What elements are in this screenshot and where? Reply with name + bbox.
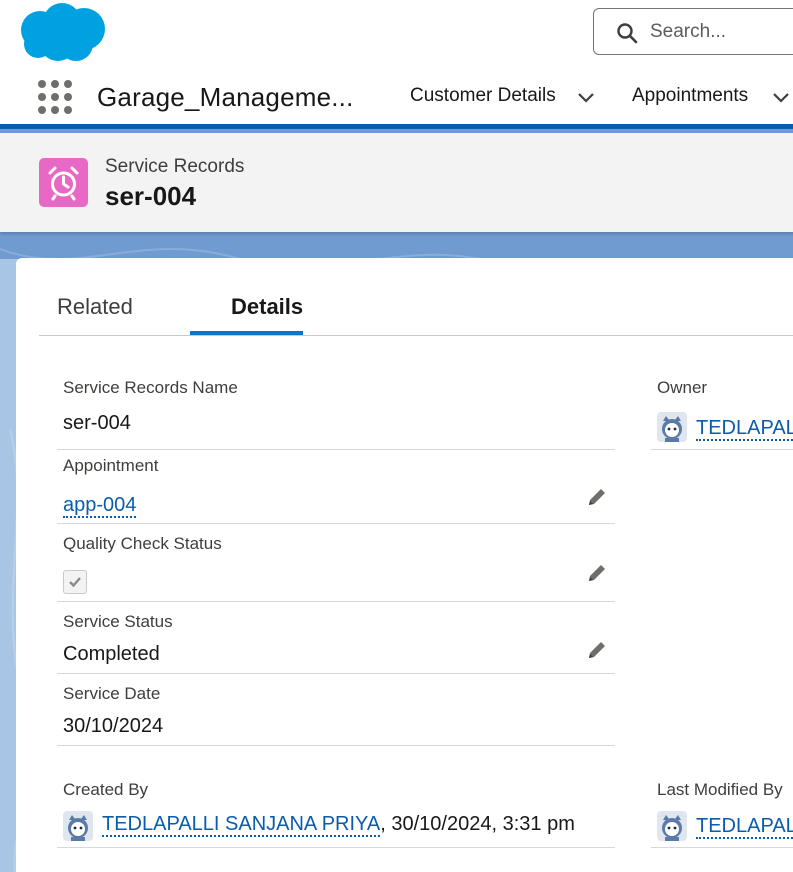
tab-details[interactable]: Details — [231, 294, 303, 320]
created-by-value: TEDLAPALLI SANJANA PRIYA, 30/10/2024, 3:… — [102, 813, 575, 837]
search-input[interactable] — [650, 18, 793, 46]
app-nav-bar: Garage_Manageme... Customer Details Appo… — [0, 70, 793, 126]
nav-item-customer-details[interactable]: Customer Details — [410, 85, 556, 107]
field-last-modified-by: Last Modified By TEDLAPALLI — [651, 780, 793, 848]
field-service-records-name: Service Records Name ser-004 — [57, 378, 615, 450]
field-appointment: Appointment app-004 — [57, 456, 615, 524]
alarm-clock-icon — [48, 166, 79, 201]
appointment-link[interactable]: app-004 — [63, 494, 137, 518]
field-owner: Owner TEDLAPALLI — [651, 378, 793, 450]
app-name: Garage_Manageme... — [97, 82, 354, 112]
field-label: Quality Check Status — [63, 534, 222, 553]
salesforce-logo[interactable] — [18, 2, 108, 64]
user-avatar-icon[interactable] — [657, 412, 687, 442]
pencil-icon[interactable] — [586, 639, 608, 661]
service-record-object-icon — [39, 158, 88, 207]
field-value: Completed — [63, 643, 160, 665]
field-label: Service Status — [63, 612, 173, 631]
last-modified-by-link[interactable]: TEDLAPALLI — [696, 815, 793, 839]
nav-item-appointments[interactable]: Appointments — [632, 85, 748, 107]
field-label: Last Modified By — [657, 780, 783, 799]
user-avatar-icon[interactable] — [63, 811, 93, 841]
search-icon — [617, 23, 638, 44]
field-quality-check-status: Quality Check Status — [57, 534, 615, 602]
created-by-datetime: , 30/10/2024, 3:31 pm — [380, 813, 575, 835]
object-label: Service Records — [105, 156, 245, 177]
chevron-down-icon[interactable] — [577, 92, 595, 104]
record-title: ser-004 — [105, 181, 197, 211]
checkmark-icon — [69, 577, 81, 588]
field-value: 30/10/2024 — [63, 715, 164, 737]
active-tab-indicator — [190, 331, 303, 335]
user-avatar-icon[interactable] — [657, 811, 687, 841]
field-created-by: Created By TEDLAPALLI SANJANA PRIYA, 30/… — [57, 780, 615, 848]
field-label: Created By — [63, 780, 149, 799]
record-detail-card: Related Details Service Records Name ser… — [16, 258, 793, 872]
pencil-icon[interactable] — [586, 562, 608, 584]
global-search[interactable] — [593, 8, 793, 55]
field-value: ser-004 — [63, 412, 131, 434]
chevron-down-icon[interactable] — [772, 92, 790, 104]
owner-link[interactable]: TEDLAPALLI — [696, 417, 793, 441]
field-service-status: Service Status Completed — [57, 612, 615, 674]
created-by-user-link[interactable]: TEDLAPALLI SANJANA PRIYA — [102, 813, 381, 837]
quality-check-checkbox[interactable] — [63, 570, 87, 594]
field-service-date: Service Date 30/10/2024 — [57, 684, 615, 746]
field-label: Service Records Name — [63, 378, 238, 397]
field-label: Owner — [657, 378, 708, 397]
pencil-icon[interactable] — [586, 486, 608, 508]
app-launcher-icon[interactable] — [38, 80, 74, 116]
record-header: Service Records ser-004 — [0, 133, 793, 232]
field-label: Service Date — [63, 684, 161, 703]
tab-related[interactable]: Related — [57, 294, 133, 320]
global-header — [0, 0, 793, 70]
tab-bar: Related Details — [39, 258, 793, 336]
field-label: Appointment — [63, 456, 159, 475]
